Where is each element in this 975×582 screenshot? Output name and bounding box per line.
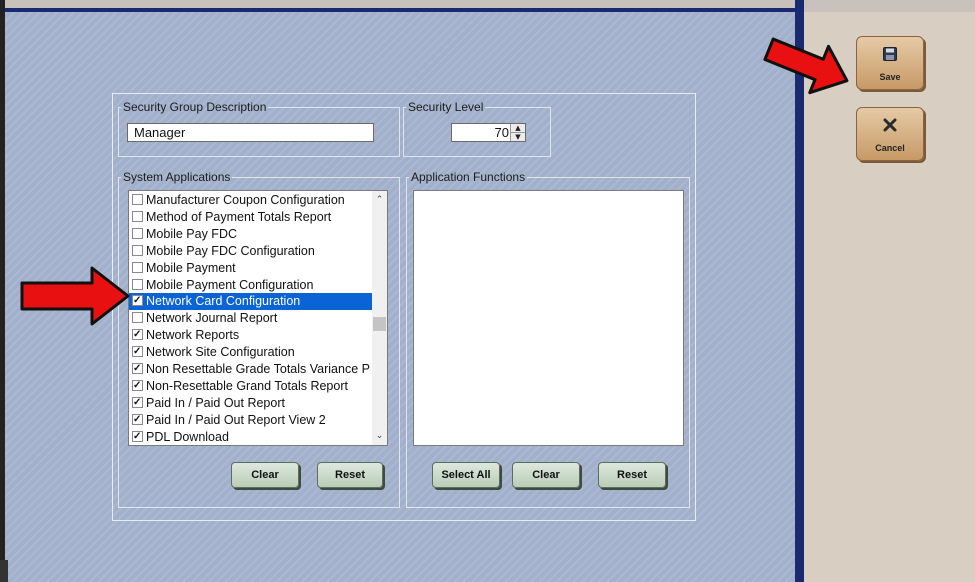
list-scrollbar[interactable]: ⌃ ⌄ bbox=[372, 191, 387, 445]
list-item[interactable]: Paid In / Paid Out Report bbox=[129, 395, 373, 412]
list-item[interactable]: Network Reports bbox=[129, 327, 373, 344]
save-label: Save bbox=[879, 72, 901, 82]
top-band bbox=[5, 0, 796, 12]
save-button[interactable]: Save bbox=[856, 36, 924, 90]
cancel-button[interactable]: Cancel bbox=[856, 107, 924, 161]
checkbox[interactable] bbox=[132, 395, 143, 411]
security-level-spinner[interactable]: 70 ▲ ▼ bbox=[451, 123, 526, 142]
list-item-label: Paid In / Paid Out Report bbox=[146, 395, 285, 410]
list-item-label: Network Reports bbox=[146, 328, 240, 343]
checkbox[interactable] bbox=[132, 293, 143, 309]
security-level-value: 70 bbox=[494, 125, 509, 140]
list-item[interactable]: Mobile Pay FDC Configuration bbox=[129, 243, 373, 260]
security-group-description-legend: Security Group Description bbox=[123, 100, 267, 114]
checkbox[interactable] bbox=[132, 429, 143, 445]
spinner-up-icon[interactable]: ▲ bbox=[511, 124, 525, 133]
list-item[interactable]: Non-Resettable Grand Totals Report bbox=[129, 378, 373, 395]
scroll-thumb[interactable] bbox=[373, 317, 386, 331]
checkbox[interactable] bbox=[132, 327, 143, 343]
red-arrow-icon bbox=[20, 266, 130, 326]
list-item-label: Network Journal Report bbox=[146, 311, 278, 326]
floppy-disk-icon bbox=[883, 46, 897, 65]
system-applications-legend: System Applications bbox=[123, 170, 231, 184]
checkbox[interactable] bbox=[132, 278, 143, 290]
checkbox[interactable] bbox=[132, 412, 143, 428]
system-applications-list[interactable]: PDL Download Paid In / Paid Out Report Vi… bbox=[128, 190, 388, 446]
list-item-label: Manufacturer Coupon Configuration bbox=[146, 193, 345, 207]
checkbox[interactable] bbox=[132, 261, 143, 273]
list-item-label: Paid In / Paid Out Report View 2 bbox=[146, 412, 326, 427]
scroll-down-icon[interactable]: ⌄ bbox=[372, 429, 387, 443]
list-item-label: PDL Download bbox=[146, 429, 229, 444]
security-group-description-input[interactable]: Manager bbox=[127, 123, 374, 142]
list-item-label: Mobile Pay FDC Configuration bbox=[146, 243, 315, 258]
checkbox[interactable] bbox=[132, 227, 143, 239]
functions-clear-button[interactable]: Clear bbox=[512, 462, 580, 488]
red-arrow-icon bbox=[763, 37, 849, 95]
list-item[interactable]: PDL Download bbox=[129, 429, 373, 445]
list-item-label: Network Card Configuration bbox=[146, 294, 301, 309]
checkbox[interactable] bbox=[132, 361, 143, 377]
list-item-label: Non-Resettable Grand Totals Report bbox=[146, 378, 348, 393]
list-item-label: Method of Payment Totals Report bbox=[146, 209, 332, 224]
window-corner bbox=[0, 560, 8, 582]
list-item[interactable]: Mobile Payment bbox=[129, 260, 373, 277]
list-item[interactable]: Mobile Payment Configuration bbox=[129, 277, 373, 294]
checkbox[interactable] bbox=[132, 378, 143, 394]
list-item[interactable]: Mobile Pay FDC bbox=[129, 226, 373, 243]
list-item[interactable]: Network Card Configuration bbox=[129, 293, 373, 311]
application-functions-list[interactable] bbox=[413, 190, 684, 446]
right-top-band bbox=[804, 0, 975, 12]
checkbox[interactable] bbox=[132, 344, 143, 360]
list-item-label: Mobile Payment Configuration bbox=[146, 277, 314, 292]
checkbox[interactable] bbox=[132, 312, 143, 324]
list-item[interactable]: Manufacturer Coupon Configuration bbox=[129, 192, 373, 209]
list-item-label: Mobile Payment bbox=[146, 260, 236, 275]
list-item[interactable]: Network Journal Report bbox=[129, 310, 373, 327]
list-item[interactable]: Network Site Configuration bbox=[129, 344, 373, 361]
spinner-buttons: ▲ ▼ bbox=[510, 124, 525, 141]
list-item[interactable]: Method of Payment Totals Report bbox=[129, 209, 373, 226]
list-item-label: Mobile Pay FDC bbox=[146, 226, 237, 241]
select-all-button[interactable]: Select All bbox=[432, 462, 500, 488]
list-item[interactable]: Paid In / Paid Out Report View 2 bbox=[129, 412, 373, 429]
application-functions-legend: Application Functions bbox=[411, 170, 526, 184]
spinner-down-icon[interactable]: ▼ bbox=[511, 133, 525, 141]
checkbox[interactable] bbox=[132, 210, 143, 222]
applications-reset-button[interactable]: Reset bbox=[317, 462, 383, 488]
close-x-icon bbox=[883, 117, 897, 136]
cancel-label: Cancel bbox=[875, 143, 905, 153]
security-level-legend: Security Level bbox=[408, 100, 484, 114]
checkbox[interactable] bbox=[132, 194, 143, 205]
list-item[interactable]: Non Resettable Grade Totals Variance P bbox=[129, 361, 373, 378]
applications-clear-button[interactable]: Clear bbox=[231, 462, 299, 488]
scroll-up-icon[interactable]: ⌃ bbox=[372, 193, 387, 207]
functions-reset-button[interactable]: Reset bbox=[598, 462, 666, 488]
list-item-label: Non Resettable Grade Totals Variance P bbox=[146, 362, 370, 376]
list-item-label: Network Site Configuration bbox=[146, 345, 295, 360]
checkbox[interactable] bbox=[132, 244, 143, 256]
